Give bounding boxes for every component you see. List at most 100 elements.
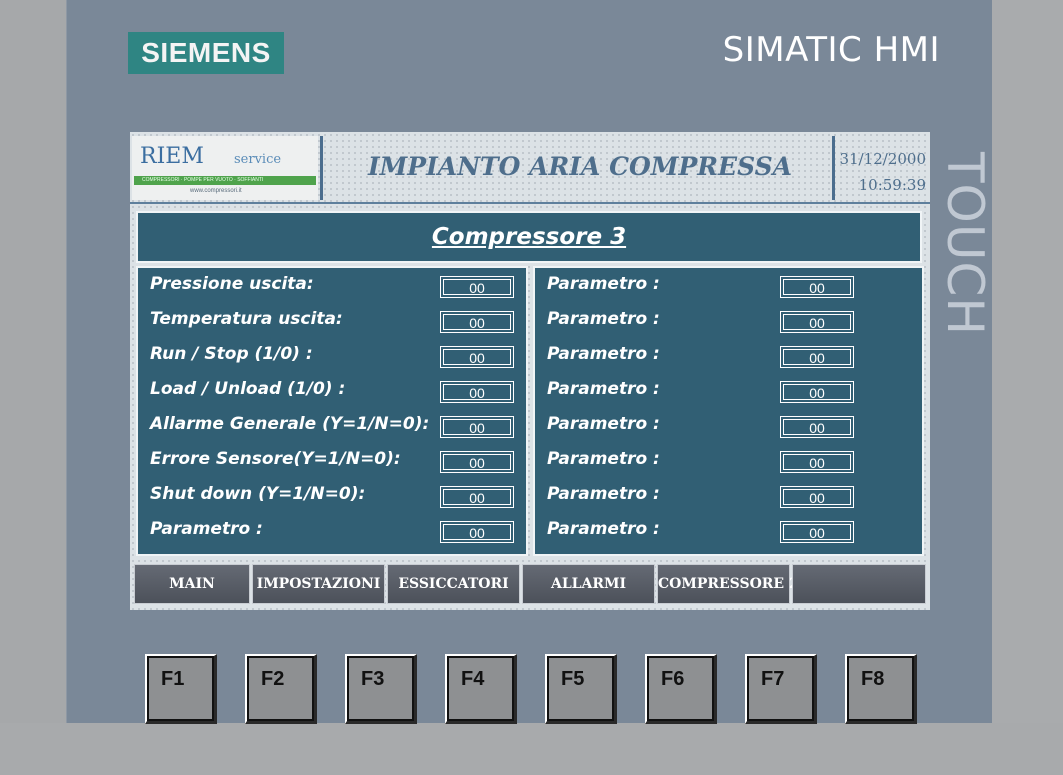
siemens-logo: SIEMENS xyxy=(128,32,284,74)
parameter-value: 00 xyxy=(443,314,511,331)
hmi-screen: RIEM service COMPRESSORI · POMPE PER VUO… xyxy=(130,132,930,610)
compressor-title: Compressore 3 xyxy=(431,224,627,250)
parameter-row: Load / Unload (1/0) : 00 xyxy=(138,373,526,408)
parameter-value-field[interactable]: 00 xyxy=(780,276,854,298)
parameter-label: Errore Sensore(Y=1/N=0): xyxy=(150,449,401,469)
f2-key[interactable]: F2 xyxy=(245,654,317,724)
main-button[interactable]: MAIN xyxy=(134,564,250,604)
riem-logo: RIEM service COMPRESSORI · POMPE PER VUO… xyxy=(132,136,318,200)
parameter-label: Parametro : xyxy=(547,309,660,329)
parameter-value-field[interactable]: 00 xyxy=(440,381,514,403)
parameter-label: Load / Unload (1/0) : xyxy=(150,379,346,399)
parameter-row: Parametro : 00 xyxy=(535,478,922,513)
f8-key[interactable]: F8 xyxy=(845,654,917,724)
parameter-value-field[interactable]: 00 xyxy=(780,381,854,403)
allarmi-button[interactable]: ALLARMI xyxy=(522,564,655,604)
parameter-row: Allarme Generale (Y=1/N=0): 00 xyxy=(138,408,526,443)
parameter-value: 00 xyxy=(783,349,851,366)
parameter-value: 00 xyxy=(443,524,511,541)
parameter-value-field[interactable]: 00 xyxy=(780,346,854,368)
datetime-display: 31/12/2000 10:59:39 xyxy=(836,146,926,198)
screen-header: RIEM service COMPRESSORI · POMPE PER VUO… xyxy=(130,132,930,204)
f2-key-label: F2 xyxy=(261,668,285,690)
header-underline xyxy=(130,202,930,204)
right-parameter-panel: Parametro : 00 Parametro : 00 Parametro : 0… xyxy=(533,266,924,556)
time-display: 10:59:39 xyxy=(858,176,926,194)
parameter-value-field[interactable]: 00 xyxy=(780,451,854,473)
parameter-label: Pressione uscita: xyxy=(150,274,314,294)
parameter-value: 00 xyxy=(443,384,511,401)
f7-key[interactable]: F7 xyxy=(745,654,817,724)
parameter-label: Parametro : xyxy=(547,274,660,294)
parameter-row: Parametro : 00 xyxy=(535,303,922,338)
parameter-value: 00 xyxy=(443,489,511,506)
f6-key-label: F6 xyxy=(661,668,685,690)
parameter-row: Shut down (Y=1/N=0): 00 xyxy=(138,478,526,513)
parameter-label: Parametro : xyxy=(150,519,263,539)
device-frame-right xyxy=(992,0,1063,775)
parameter-value: 00 xyxy=(443,349,511,366)
device-frame-bottom xyxy=(0,723,1063,775)
parameter-value-field[interactable]: 00 xyxy=(780,416,854,438)
f1-key[interactable]: F1 xyxy=(145,654,217,724)
parameter-value: 00 xyxy=(783,384,851,401)
essiccatori-button[interactable]: ESSICCATORI xyxy=(387,564,520,604)
impostazioni-button[interactable]: IMPOSTAZIONI xyxy=(252,564,385,604)
parameter-value: 00 xyxy=(443,419,511,436)
touch-label-strip: TOUCH xyxy=(930,130,994,340)
parameter-row: Parametro : 00 xyxy=(535,268,922,303)
f5-key-label: F5 xyxy=(561,668,585,690)
header-divider xyxy=(832,136,835,200)
parameter-value-field[interactable]: 00 xyxy=(440,521,514,543)
parameter-value-field[interactable]: 00 xyxy=(440,311,514,333)
parameter-value-field[interactable]: 00 xyxy=(780,486,854,508)
logo-url: www.compressori.it xyxy=(190,188,242,194)
f1-key-label: F1 xyxy=(161,668,185,690)
parameter-value: 00 xyxy=(783,489,851,506)
parameter-row: Run / Stop (1/0) : 00 xyxy=(138,338,526,373)
parameter-row: Parametro : 00 xyxy=(535,373,922,408)
compressore-2-button[interactable]: COMPRESSORE 2 xyxy=(657,564,799,604)
screen-navigation-bar: MAIN IMPOSTAZIONI ESSICCATORI ALLARMI CO… xyxy=(132,562,928,606)
parameter-value-field[interactable]: 00 xyxy=(780,521,854,543)
f6-key[interactable]: F6 xyxy=(645,654,717,724)
parameter-value: 00 xyxy=(783,279,851,296)
left-parameter-panel: Pressione uscita: 00 Temperatura uscita: 0… xyxy=(136,266,528,556)
f4-key[interactable]: F4 xyxy=(445,654,517,724)
parameter-value-field[interactable]: 00 xyxy=(440,486,514,508)
parameter-label: Parametro : xyxy=(547,379,660,399)
parameter-value: 00 xyxy=(443,454,511,471)
f4-key-label: F4 xyxy=(461,668,485,690)
parameter-value-field[interactable]: 00 xyxy=(440,346,514,368)
parameter-row: Parametro : 00 xyxy=(535,513,922,548)
parameter-row: Parametro : 00 xyxy=(535,443,922,478)
parameter-label: Run / Stop (1/0) : xyxy=(150,344,313,364)
touch-label: TOUCH xyxy=(936,151,994,336)
parameter-row: Parametro : 00 xyxy=(535,338,922,373)
parameter-value-field[interactable]: 00 xyxy=(440,276,514,298)
logo-name: RIEM xyxy=(140,144,204,169)
parameter-value: 00 xyxy=(443,279,511,296)
parameter-label: Temperatura uscita: xyxy=(150,309,343,329)
parameter-value-field[interactable]: 00 xyxy=(780,311,854,333)
logo-stripe: COMPRESSORI · POMPE PER VUOTO · SOFFIANT… xyxy=(134,176,316,185)
plant-title: IMPIANTO ARIA COMPRESSA xyxy=(367,152,793,181)
parameter-value-field[interactable]: 00 xyxy=(440,416,514,438)
parameter-row: Errore Sensore(Y=1/N=0): 00 xyxy=(138,443,526,478)
logo-tagline: COMPRESSORI · POMPE PER VUOTO · SOFFIANT… xyxy=(142,177,264,183)
empty-nav-button[interactable] xyxy=(792,564,926,604)
header-divider xyxy=(320,136,323,200)
parameter-row: Parametro : 00 xyxy=(535,408,922,443)
parameter-row: Temperatura uscita: 00 xyxy=(138,303,526,338)
parameter-value-field[interactable]: 00 xyxy=(440,451,514,473)
f3-key[interactable]: F3 xyxy=(345,654,417,724)
parameter-value: 00 xyxy=(783,314,851,331)
f8-key-label: F8 xyxy=(861,668,885,690)
parameter-label: Parametro : xyxy=(547,484,660,504)
parameter-value: 00 xyxy=(783,454,851,471)
parameter-label: Parametro : xyxy=(547,449,660,469)
f5-key[interactable]: F5 xyxy=(545,654,617,724)
parameter-value: 00 xyxy=(783,524,851,541)
logo-service: service xyxy=(234,152,282,167)
parameter-row: Parametro : 00 xyxy=(138,513,526,548)
